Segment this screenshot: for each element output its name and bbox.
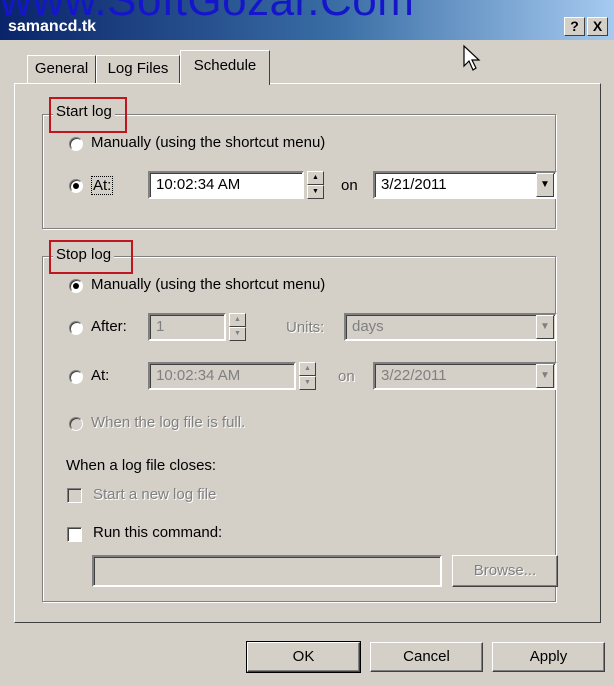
spin-down-icon[interactable]: ▼ [307, 185, 324, 199]
spin-down-icon: ▼ [229, 327, 246, 341]
start-new-log-label: Start a new log file [93, 486, 217, 503]
start-time-input[interactable]: 10:02:34 AM [148, 171, 304, 199]
spin-up-icon: ▲ [229, 313, 246, 327]
command-input [92, 555, 442, 587]
apply-button[interactable]: Apply [492, 642, 605, 672]
spin-up-icon: ▲ [299, 362, 316, 376]
start-time-spinner[interactable]: ▲ ▼ [307, 171, 324, 199]
mouse-pointer-icon [463, 44, 481, 71]
close-button[interactable]: X [587, 17, 608, 36]
after-value-input: 1 [148, 313, 226, 341]
stop-after-radio[interactable] [69, 321, 83, 335]
stop-date-select: 3/22/2011 [373, 362, 557, 390]
properties-dialog: samancd.tk ? X www.SoftGozar.Com General… [0, 0, 614, 686]
start-manually-label[interactable]: Manually (using the shortcut menu) [91, 134, 325, 151]
tab-schedule[interactable]: Schedule [180, 50, 270, 85]
units-select: days [344, 313, 557, 341]
stop-time-spinner: ▲ ▼ [299, 362, 316, 390]
ok-button[interactable]: OK [246, 641, 361, 673]
cancel-button[interactable]: Cancel [370, 642, 483, 672]
stop-at-radio[interactable] [69, 370, 83, 384]
highlight-box [49, 240, 133, 274]
stop-manually-radio[interactable] [69, 279, 83, 293]
after-spinner: ▲ ▼ [229, 313, 246, 341]
browse-button: Browse... [452, 555, 558, 587]
when-full-radio [69, 417, 83, 431]
stop-manually-label[interactable]: Manually (using the shortcut menu) [91, 276, 325, 293]
tab-general[interactable]: General [27, 55, 96, 83]
start-manually-radio[interactable] [69, 137, 83, 151]
when-full-label: When the log file is full. [91, 414, 246, 431]
run-command-checkbox[interactable] [67, 527, 82, 542]
watermark-text: www.SoftGozar.Com [0, 0, 415, 25]
start-new-log-checkbox [67, 488, 82, 503]
chevron-down-icon[interactable]: ▼ [536, 173, 554, 197]
tab-log-files[interactable]: Log Files [96, 55, 180, 83]
start-date-select[interactable]: 3/21/2011 [373, 171, 557, 199]
stop-at-label[interactable]: At: [91, 367, 109, 384]
help-button[interactable]: ? [564, 17, 585, 36]
chevron-down-icon: ▼ [536, 315, 554, 339]
closes-heading: When a log file closes: [66, 457, 217, 474]
highlight-box [49, 97, 127, 133]
stop-on-label: on [338, 368, 355, 385]
run-command-label[interactable]: Run this command: [93, 524, 222, 541]
start-at-radio[interactable] [69, 179, 83, 193]
start-on-label: on [341, 177, 358, 194]
start-at-label[interactable]: At: [91, 176, 114, 195]
stop-after-label[interactable]: After: [91, 318, 127, 335]
units-label: Units: [286, 319, 325, 336]
stop-time-input: 10:02:34 AM [148, 362, 296, 390]
spin-up-icon[interactable]: ▲ [307, 171, 324, 185]
chevron-down-icon: ▼ [536, 364, 554, 388]
spin-down-icon: ▼ [299, 376, 316, 390]
